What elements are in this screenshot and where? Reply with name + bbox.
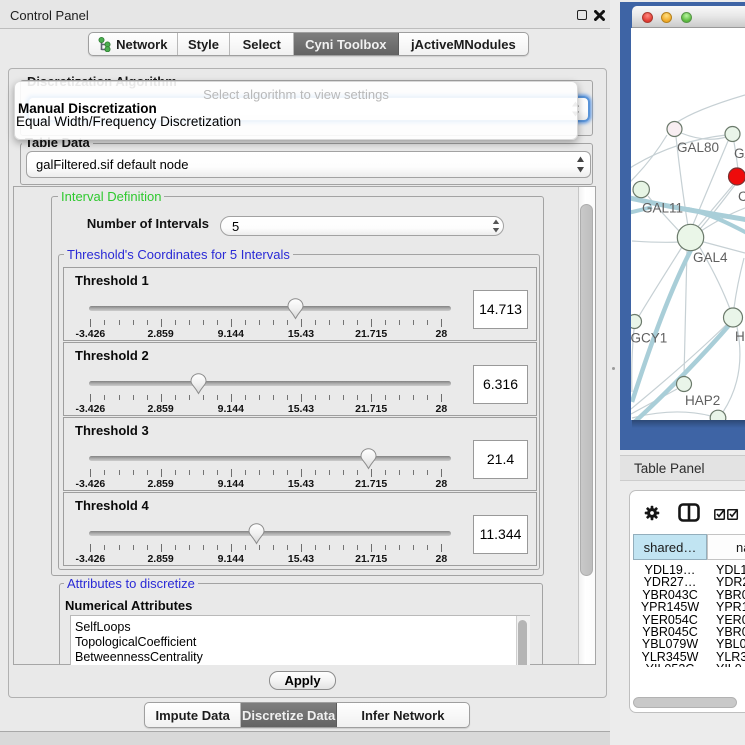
svg-text:HI: HI (735, 329, 745, 344)
svg-text:GAL80: GAL80 (677, 140, 719, 155)
svg-text:GAL4: GAL4 (693, 250, 728, 265)
svg-text:HAP2: HAP2 (685, 393, 720, 408)
svg-text:GA: GA (734, 146, 745, 161)
svg-text:GAL11: GAL11 (642, 201, 683, 216)
svg-text:GCY1: GCY1 (631, 331, 667, 346)
svg-text:CY: CY (738, 189, 745, 204)
